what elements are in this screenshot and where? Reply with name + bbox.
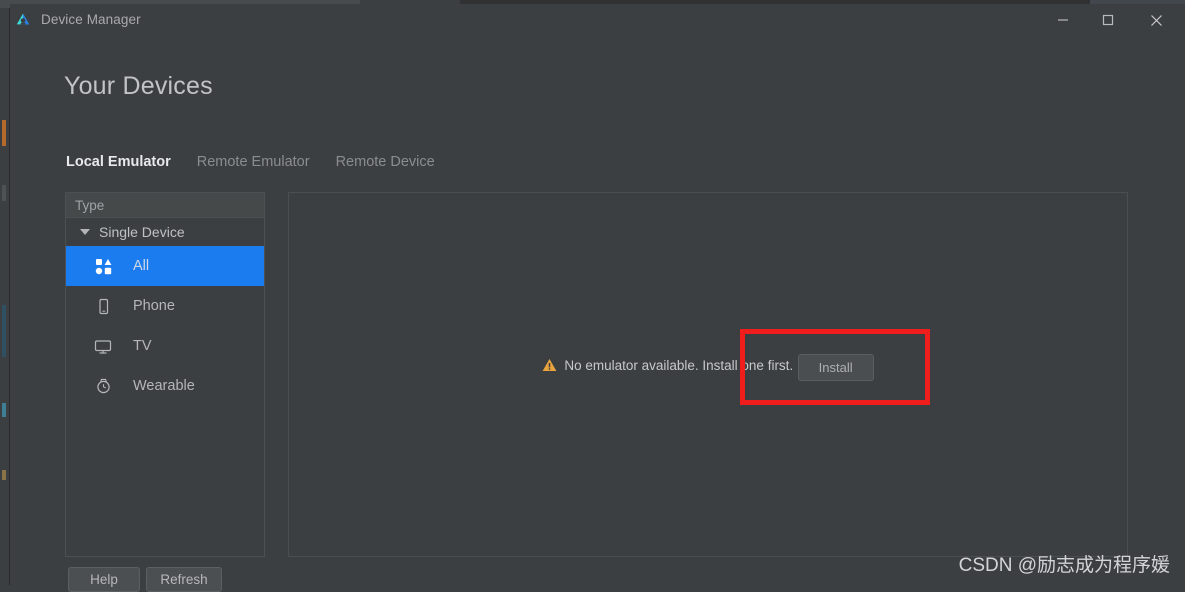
sidebar-item-phone[interactable]: Phone [66,286,264,326]
watermark: CSDN @励志成为程序媛 [958,555,1170,576]
background-fleck [2,185,6,201]
device-type-sidebar: Type Single Device All Phone TV Wearable [65,192,265,557]
sidebar-item-label: Phone [133,298,175,314]
empty-state: No emulator available. Install one first… [289,329,1127,405]
tab-bar: Local Emulator Remote Emulator Remote De… [64,154,437,174]
sidebar-item-label: Wearable [133,378,195,394]
window-title: Device Manager [41,12,141,27]
tv-icon [93,336,113,356]
empty-state-message-row: No emulator available. Install one first… [542,358,793,373]
empty-state-message: No emulator available. Install one first… [564,357,794,373]
sidebar-group-label: Single Device [99,224,185,240]
sidebar-group-single-device[interactable]: Single Device [66,218,264,246]
tab-remote-device[interactable]: Remote Device [334,154,437,174]
help-button[interactable]: Help [68,567,140,592]
maximize-icon[interactable] [1085,4,1130,36]
grid-shapes-icon [93,256,113,276]
sidebar-item-wearable[interactable]: Wearable [66,366,264,406]
phone-icon [93,296,113,316]
page-title: Your Devices [64,72,213,100]
close-icon[interactable] [1134,4,1179,36]
tab-remote-emulator[interactable]: Remote Emulator [195,154,312,174]
dialog-content: Your Devices Local Emulator Remote Emula… [10,36,1185,592]
background-fleck [2,305,6,357]
background-fleck [2,120,6,146]
minimize-icon[interactable] [1040,4,1085,36]
background-window-left-strip [0,0,10,585]
warning-triangle-icon [542,358,557,372]
install-area: Install [739,329,930,405]
sidebar-item-all[interactable]: All [66,246,264,286]
sidebar-item-label: TV [133,338,152,354]
sidebar-header-label: Type [75,197,105,213]
background-fleck [2,470,6,480]
android-studio-icon [14,11,32,29]
refresh-button[interactable]: Refresh [146,567,222,592]
title-bar: Device Manager [10,4,1185,36]
dialog-footer-buttons: Help Refresh [68,567,222,592]
background-fleck [2,403,6,417]
device-list-panel: No emulator available. Install one first… [288,192,1128,557]
sidebar-item-tv[interactable]: TV [66,326,264,366]
install-button[interactable]: Install [797,354,874,381]
watch-icon [93,376,113,396]
sidebar-header: Type [66,193,264,218]
tab-local-emulator[interactable]: Local Emulator [64,154,173,174]
chevron-down-icon[interactable] [80,229,90,235]
device-manager-window: Device Manager Your Devices Local Emulat… [10,4,1185,592]
sidebar-item-label: All [133,258,150,274]
